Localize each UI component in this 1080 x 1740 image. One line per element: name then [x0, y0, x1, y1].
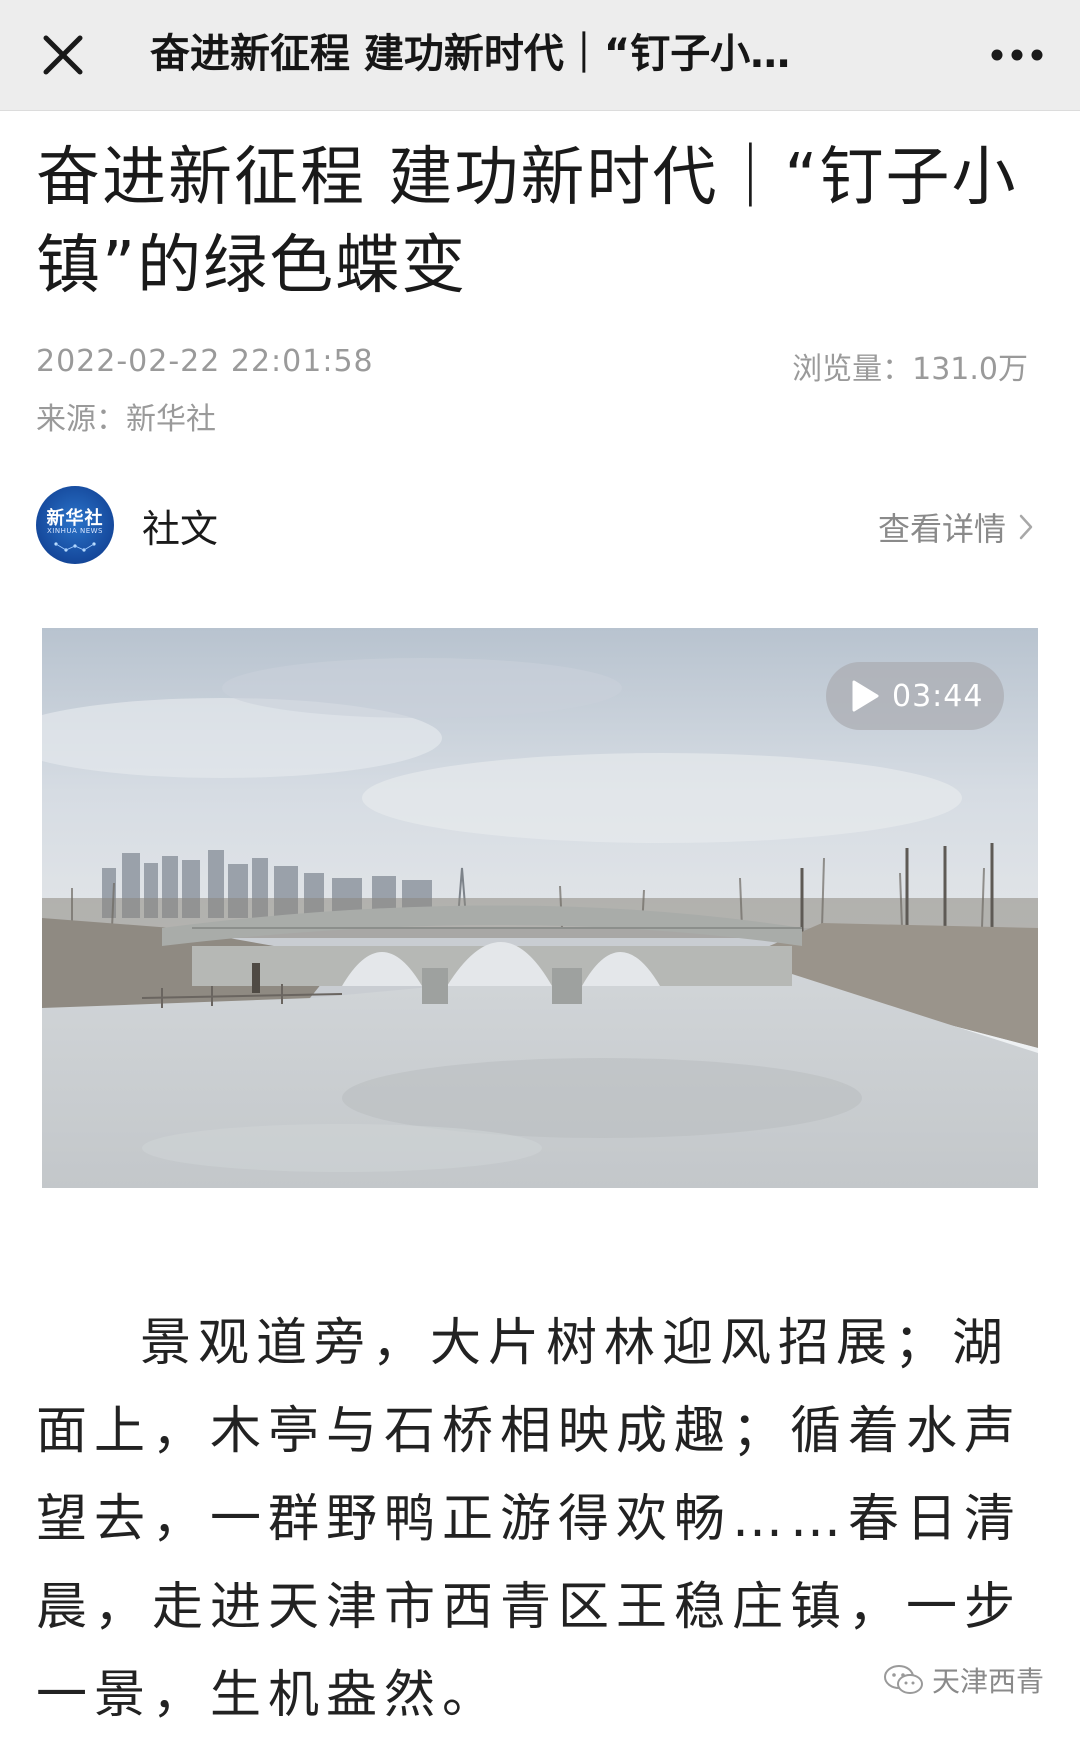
view-details-label: 查看详情: [877, 510, 1006, 548]
top-navbar: 奋进新征程 建功新时代｜“钉子小…: [0, 0, 1080, 111]
more-icon[interactable]: [984, 22, 1050, 88]
watermark: 天津西青: [882, 1660, 1044, 1700]
video-player[interactable]: 03:44: [42, 628, 1038, 1188]
wechat-icon: [883, 1665, 923, 1694]
publish-date: 2022-02-22 22:01:58: [36, 344, 374, 379]
chevron-right-icon: [1019, 514, 1033, 540]
account-name[interactable]: 社文: [142, 498, 218, 553]
avatar[interactable]: 新华社 XINHUA NEWS: [36, 486, 114, 564]
view-count: 浏览量：131.0万: [792, 352, 1028, 387]
play-icon: [852, 680, 879, 712]
avatar-sublabel: XINHUA NEWS: [46, 527, 104, 535]
video-duration: 03:44: [892, 678, 984, 714]
watermark-text: 天津西青: [931, 1665, 1044, 1698]
play-duration-button[interactable]: 03:44: [826, 662, 1004, 730]
nav-title: 奋进新征程 建功新时代｜“钉子小…: [150, 31, 791, 77]
close-icon[interactable]: [30, 22, 96, 88]
view-details-link[interactable]: 查看详情: [878, 504, 1036, 550]
article-title: 奋进新征程 建功新时代｜“钉子小镇”的绿色蝶变: [36, 141, 1018, 303]
article-source: 来源：新华社: [36, 402, 216, 437]
